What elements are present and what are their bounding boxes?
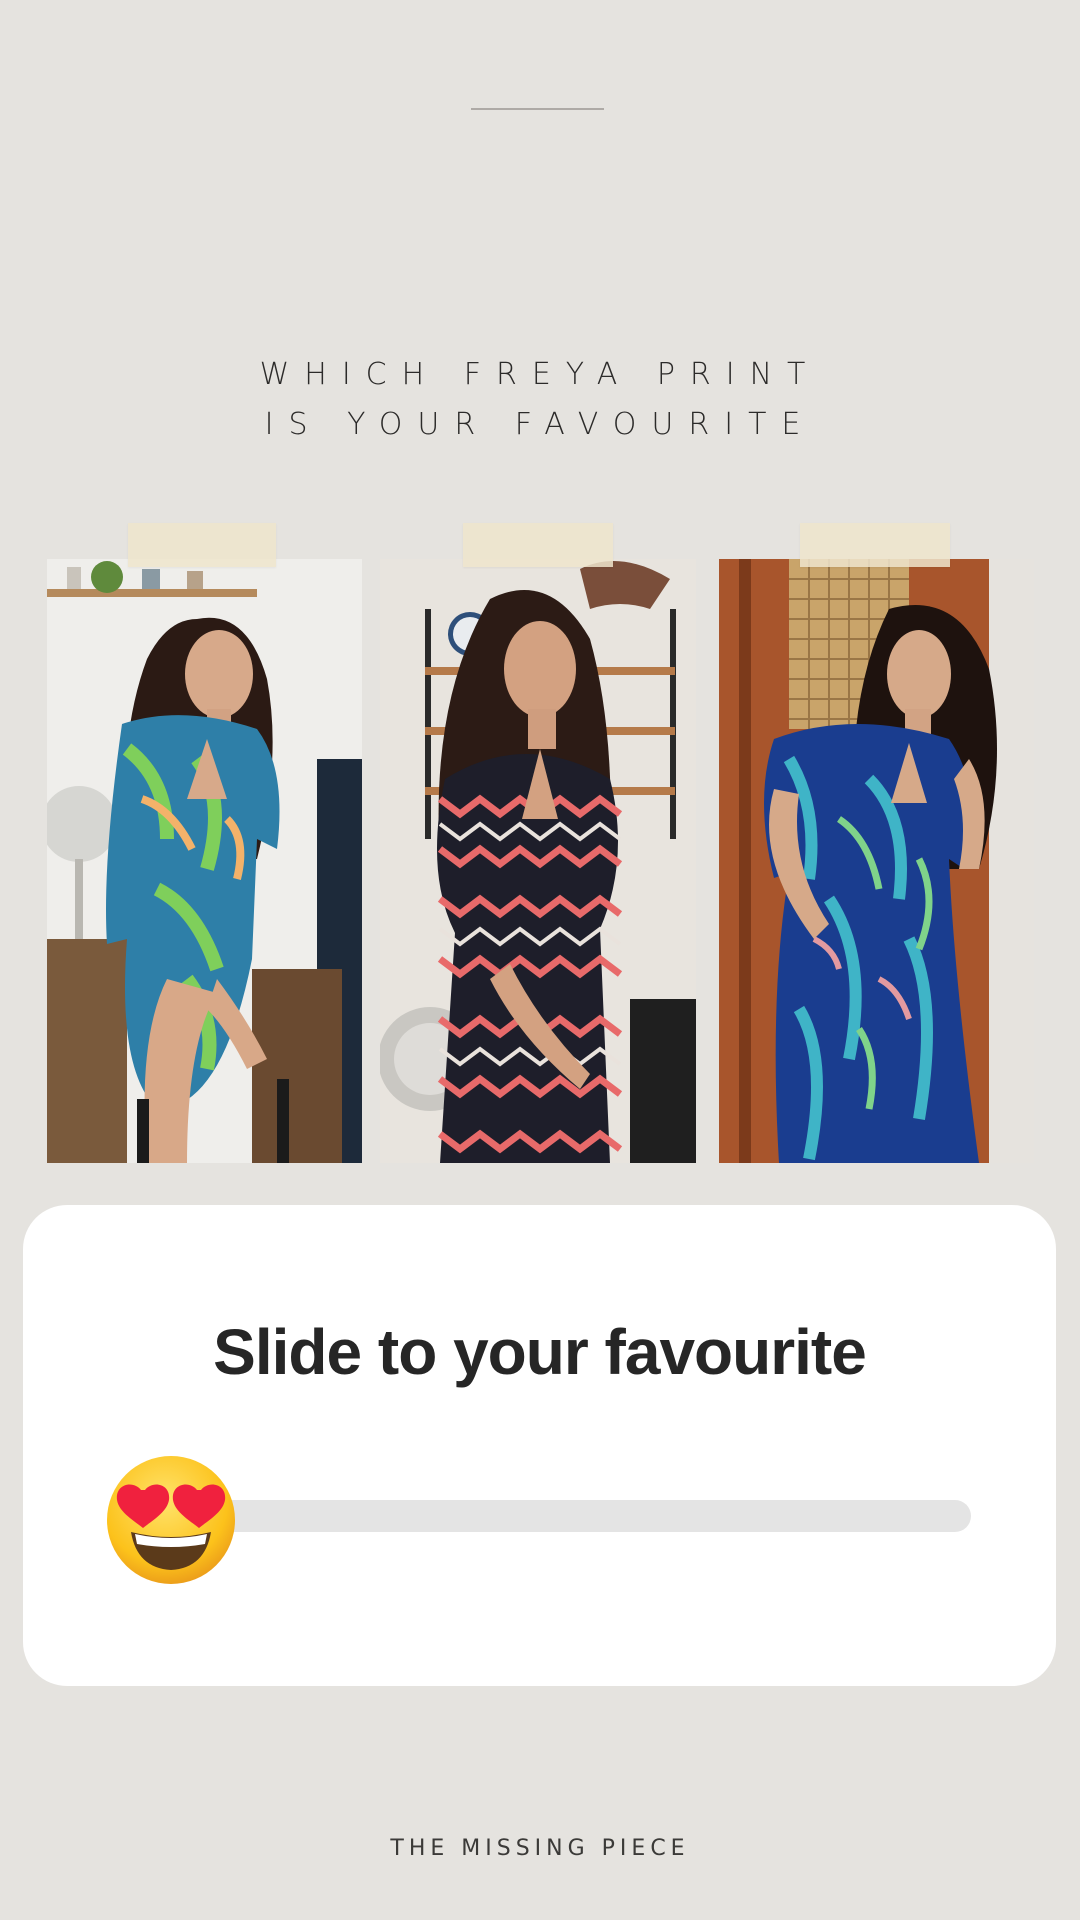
tape-strip-3: [800, 523, 950, 567]
photo-green-dress-image: [47, 559, 362, 1163]
photo-blue-dress: [719, 559, 1034, 1163]
heart-eyes-emoji-icon[interactable]: [105, 1454, 237, 1586]
story-headline: WHICH FREYA PRINT IS YOUR FAVOURITE: [0, 350, 1080, 450]
photo-chevron-dress: [380, 559, 696, 1163]
headline-line-2: IS YOUR FAVOURITE: [264, 407, 816, 442]
photo-green-dress: [47, 559, 362, 1163]
tape-strip-2: [463, 523, 613, 567]
top-divider: [471, 108, 604, 110]
poll-question: Slide to your favourite: [213, 1316, 867, 1388]
slider-track[interactable]: [193, 1500, 971, 1532]
brand-footer: THE MISSING PIECE: [390, 1836, 690, 1861]
headline-line-1: WHICH FREYA PRINT: [259, 357, 821, 392]
slider-poll-card: Slide to your favourite: [23, 1205, 1056, 1686]
photo-chevron-dress-image: [380, 559, 696, 1163]
heart-eyes-emoji-graphic: [107, 1456, 235, 1584]
photo-blue-dress-image: [719, 559, 1034, 1163]
tape-strip-1: [128, 523, 276, 567]
